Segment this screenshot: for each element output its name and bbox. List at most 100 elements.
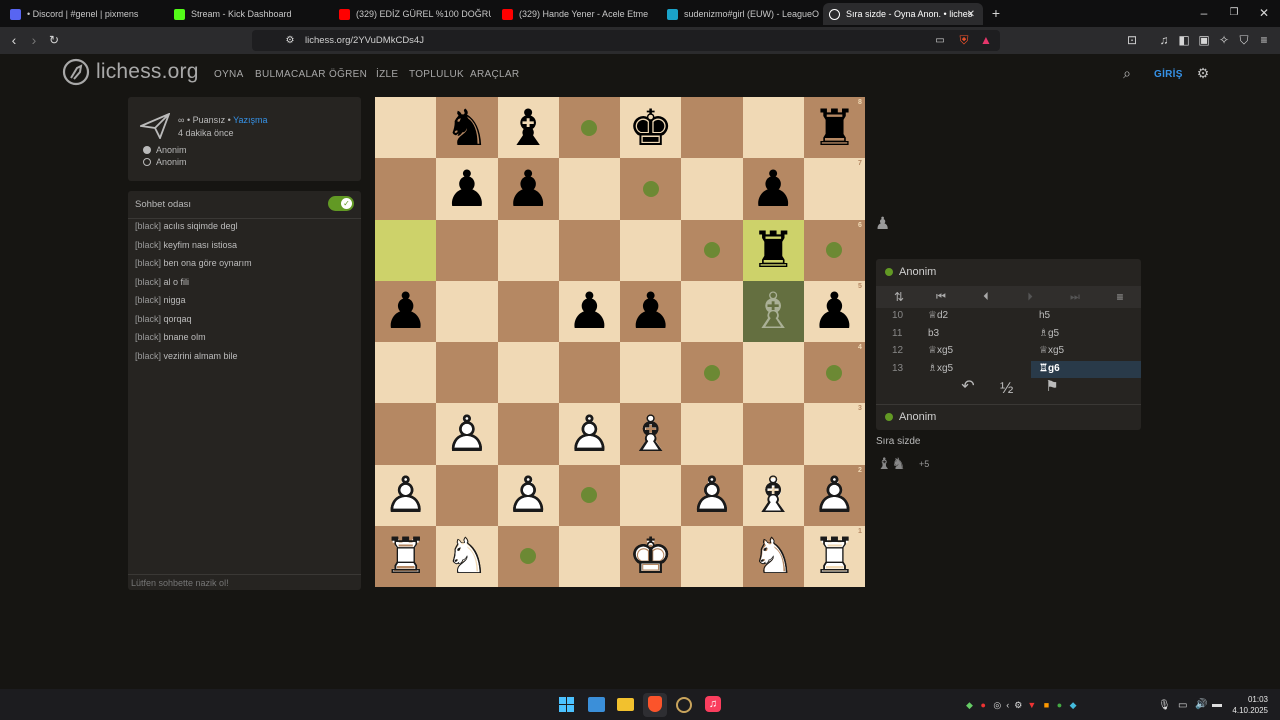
nav-learn[interactable]: ÖĞREN xyxy=(329,69,367,80)
square-f3[interactable] xyxy=(681,403,743,465)
white-move[interactable]: ♕xg5 xyxy=(928,345,953,356)
settings-gear-icon[interactable]: ⚙ xyxy=(1195,66,1211,80)
nav-watch[interactable]: İZLE xyxy=(376,69,398,80)
square-c5[interactable] xyxy=(497,280,559,342)
square-f8[interactable] xyxy=(681,97,743,159)
mode-link[interactable]: Yazışma xyxy=(233,115,267,125)
white-bishop-icon[interactable]: ♗ xyxy=(620,403,681,464)
square-e2[interactable] xyxy=(620,464,682,526)
chat-user[interactable]: [black] xyxy=(135,277,161,287)
square-h7[interactable] xyxy=(803,158,865,220)
square-c4[interactable] xyxy=(497,342,559,404)
black-pawn-icon[interactable]: ♟ xyxy=(375,281,436,342)
chat-toggle[interactable]: ✓ xyxy=(328,196,354,211)
player-name[interactable]: Anonim xyxy=(899,411,936,423)
square-c3[interactable] xyxy=(497,403,559,465)
white-pawn-icon[interactable]: ♙ xyxy=(375,465,436,526)
lichess-logo[interactable]: lichess.org xyxy=(62,58,199,86)
browser-tab[interactable]: (329) EDİZ GÜREL %100 DOĞRULUK xyxy=(333,3,491,25)
flip-board-icon[interactable]: ⇅ xyxy=(891,290,907,304)
reload-icon[interactable]: ↻ xyxy=(46,33,62,47)
move-destination-dot[interactable] xyxy=(703,242,720,259)
square-b4[interactable] xyxy=(436,342,498,404)
square-h3[interactable] xyxy=(803,403,865,465)
square-d7[interactable] xyxy=(558,158,620,220)
last-move-icon[interactable]: ⏭ xyxy=(1067,290,1083,304)
square-e4[interactable] xyxy=(620,342,682,404)
nav-play[interactable]: OYNA xyxy=(214,69,244,80)
league-client-icon[interactable] xyxy=(676,697,692,713)
nav-community[interactable]: TOPLULUK xyxy=(409,69,464,80)
sidebar-icon[interactable]: ◧ xyxy=(1176,33,1192,47)
browser-tab[interactable]: sudenizmo#girl (EUW) - LeagueOfG xyxy=(661,3,819,25)
white-pawn-icon[interactable]: ♙ xyxy=(804,465,865,526)
square-d6[interactable] xyxy=(558,219,620,281)
square-f5[interactable] xyxy=(681,280,743,342)
tray-icons[interactable]: ◆ ● ◎ ‹ ⚙ ▼ ■ ● ◆ xyxy=(966,700,1077,711)
chat-input[interactable] xyxy=(128,575,361,590)
chat-user[interactable]: [black] xyxy=(135,221,161,231)
square-g8[interactable] xyxy=(742,97,804,159)
black-move[interactable]: h5 xyxy=(1039,310,1050,321)
square-f1[interactable] xyxy=(681,525,743,587)
chat-user[interactable]: [black] xyxy=(135,258,161,268)
chat-user[interactable]: [black] xyxy=(135,332,161,342)
move-destination-dot[interactable] xyxy=(642,180,659,197)
square-b5[interactable] xyxy=(436,280,498,342)
square-a8[interactable] xyxy=(375,97,437,159)
music-app-icon[interactable]: ♫ xyxy=(705,696,721,712)
black-pawn-icon[interactable]: ♟ xyxy=(436,158,497,219)
square-b6[interactable] xyxy=(436,219,498,281)
chat-user[interactable]: [black] xyxy=(135,314,161,324)
black-bishop-icon[interactable]: ♝ xyxy=(498,97,559,158)
chat-user[interactable]: [black] xyxy=(135,351,161,361)
url-text[interactable]: lichess.org/2YVuDMkCDs4J xyxy=(305,35,424,46)
white-pawn-icon[interactable]: ♙ xyxy=(559,403,620,464)
square-a6[interactable] xyxy=(375,219,437,281)
white-knight-icon[interactable]: ♘ xyxy=(743,526,804,587)
player-white[interactable]: Anonim xyxy=(156,145,187,155)
square-g3[interactable] xyxy=(742,403,804,465)
windows-start-icon[interactable] xyxy=(559,697,574,712)
battery-icon[interactable]: ▬ xyxy=(1212,699,1222,710)
hamburger-menu-icon[interactable]: ≡ xyxy=(1112,290,1128,304)
file-explorer-icon[interactable] xyxy=(617,698,634,711)
minimize-button[interactable]: – xyxy=(1196,6,1212,20)
white-knight-icon[interactable]: ♘ xyxy=(436,526,497,587)
square-d1[interactable] xyxy=(558,525,620,587)
resign-flag-icon[interactable]: ⚑ xyxy=(1042,379,1062,394)
browser-tab[interactable]: (329) Hande Yener - Acele Etme xyxy=(496,3,656,25)
square-c6[interactable] xyxy=(497,219,559,281)
reader-mode-icon[interactable]: ▭ xyxy=(932,34,948,48)
white-pawn-icon[interactable]: ♙ xyxy=(436,403,497,464)
maximize-button[interactable]: ❐ xyxy=(1226,6,1242,20)
new-tab-button[interactable]: + xyxy=(988,6,1004,20)
square-f7[interactable] xyxy=(681,158,743,220)
site-info-icon[interactable]: ⚙ xyxy=(282,34,298,48)
chat-user[interactable]: [black] xyxy=(135,295,161,305)
offer-draw-button[interactable]: ½ xyxy=(1000,380,1013,398)
white-bishop-icon[interactable]: ♗ xyxy=(743,465,804,526)
next-move-icon[interactable]: ⏵ xyxy=(1022,290,1038,304)
square-a3[interactable] xyxy=(375,403,437,465)
chat-user[interactable]: [black] xyxy=(135,240,161,250)
black-pawn-icon[interactable]: ♟ xyxy=(804,281,865,342)
media-icon[interactable]: ♫ xyxy=(1156,33,1172,47)
square-b2[interactable] xyxy=(436,464,498,526)
black-pawn-icon[interactable]: ♟ xyxy=(498,158,559,219)
wallet-icon[interactable]: ▣ xyxy=(1196,33,1212,47)
white-king-icon[interactable]: ♔ xyxy=(620,526,681,587)
black-king-icon[interactable]: ♚ xyxy=(620,97,681,158)
black-pawn-icon[interactable]: ♟ xyxy=(559,281,620,342)
prev-move-icon[interactable]: ⏴ xyxy=(978,290,994,304)
square-a7[interactable] xyxy=(375,158,437,220)
network-icon[interactable]: ▭ xyxy=(1178,700,1187,711)
black-move[interactable]: ♗g5 xyxy=(1039,328,1059,339)
forward-icon[interactable]: › xyxy=(26,33,42,47)
browser-tab[interactable]: Stream - Kick Dashboard xyxy=(168,3,328,25)
browser-tab[interactable]: • Discord | #genel | pixmens xyxy=(4,3,164,25)
nav-puzzles[interactable]: BULMACALAR xyxy=(255,69,326,80)
first-move-icon[interactable]: ⏮ xyxy=(933,290,949,304)
tab-search-icon[interactable]: ⊡ xyxy=(1124,33,1140,47)
brave-rewards-icon[interactable]: ▲ xyxy=(978,33,994,47)
